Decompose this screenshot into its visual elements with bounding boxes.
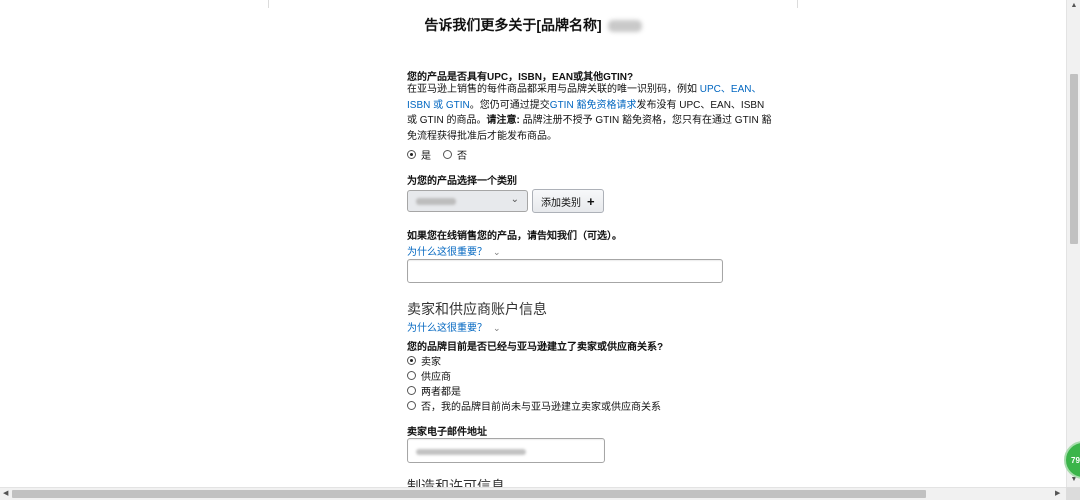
relationship-option-both-label: 两者都是 bbox=[421, 387, 461, 398]
relationship-option-seller-label: 卖家 bbox=[421, 357, 441, 368]
gtin-description: 在亚马逊上销售的每件商品都采用与品牌关联的唯一识别码，例如 UPC、EAN、IS… bbox=[407, 82, 777, 144]
chevron-down-icon[interactable]: ⌄ bbox=[493, 323, 501, 333]
online-store-label: 如果您在线销售您的产品，请告知我们（可选）。 bbox=[407, 231, 622, 242]
horizontal-scrollbar[interactable]: ◀ ▶ bbox=[0, 487, 1066, 500]
vertical-scrollbar[interactable]: ▲ ▼ bbox=[1066, 0, 1080, 487]
gtin-desc-part-1: 在亚马逊上销售的每件商品都采用与品牌关联的唯一识别码，例如 bbox=[407, 84, 700, 95]
relationship-option-both[interactable]: 两者都是 bbox=[407, 383, 461, 398]
gtin-note-label: 请注意: bbox=[486, 115, 520, 126]
online-store-input[interactable] bbox=[407, 259, 723, 283]
relationship-question: 您的品牌目前是否已经与亚马逊建立了卖家或供应商关系? bbox=[407, 342, 664, 353]
radio-checked-icon[interactable] bbox=[407, 150, 416, 159]
gtin-option-no[interactable]: 否 bbox=[443, 147, 467, 162]
page-title: 告诉我们更多关于[品牌名称] bbox=[0, 15, 1066, 35]
radio-checked-icon[interactable] bbox=[407, 356, 416, 365]
add-category-button[interactable]: 添加类别 + bbox=[532, 189, 604, 213]
relationship-option-seller[interactable]: 卖家 bbox=[407, 353, 441, 368]
gtin-option-no-label: 否 bbox=[457, 151, 467, 162]
gtin-option-yes[interactable]: 是 bbox=[407, 147, 431, 162]
why-important-link-1[interactable]: 为什么这很重要？ ⌄ bbox=[407, 243, 501, 258]
plus-icon: + bbox=[587, 193, 595, 209]
content-border-left bbox=[268, 0, 269, 8]
gtin-desc-part-2: 。您仍可通过提交 bbox=[469, 99, 550, 111]
redacted-email-value bbox=[416, 449, 526, 455]
manufacturing-section-heading: 制造和许可信息 bbox=[407, 478, 505, 487]
relationship-option-none-label: 否，我的品牌目前尚未与亚马逊建立卖家或供应商关系 bbox=[421, 402, 661, 413]
chevron-down-icon[interactable]: ⌄ bbox=[493, 247, 501, 257]
why-important-text-1[interactable]: 为什么这很重要？ bbox=[407, 247, 487, 258]
gtin-radio-group: 是 否 bbox=[407, 147, 467, 162]
gtin-exemption-link[interactable]: GTIN 豁免资格请求 bbox=[550, 100, 637, 111]
horizontal-scroll-thumb[interactable] bbox=[12, 490, 926, 498]
seller-email-label: 卖家电子邮件地址 bbox=[407, 427, 487, 438]
seller-email-input[interactable] bbox=[407, 438, 605, 463]
relationship-option-vendor[interactable]: 供应商 bbox=[407, 368, 451, 383]
relationship-option-none[interactable]: 否，我的品牌目前尚未与亚马逊建立卖家或供应商关系 bbox=[407, 398, 661, 413]
form-page: 告诉我们更多关于[品牌名称] 您的产品是否具有UPC，ISBN，EAN或其他GT… bbox=[0, 0, 1066, 487]
category-select[interactable]: ⌄ bbox=[407, 190, 528, 212]
scroll-left-arrow-icon[interactable]: ◀ bbox=[3, 489, 8, 497]
why-important-link-2[interactable]: 为什么这很重要？ ⌄ bbox=[407, 319, 501, 334]
redacted-selected-category bbox=[416, 198, 456, 205]
why-important-text-2[interactable]: 为什么这很重要？ bbox=[407, 323, 487, 334]
radio-unchecked-icon[interactable] bbox=[407, 386, 416, 395]
scroll-right-arrow-icon[interactable]: ▶ bbox=[1055, 489, 1060, 497]
page-title-text: 告诉我们更多关于[品牌名称] bbox=[424, 17, 602, 33]
radio-unchecked-icon[interactable] bbox=[443, 150, 452, 159]
content-border-right bbox=[797, 0, 798, 8]
redacted-brand-name bbox=[607, 20, 642, 33]
vertical-scroll-thumb[interactable] bbox=[1070, 74, 1078, 244]
scroll-up-arrow-icon[interactable]: ▲ bbox=[1067, 2, 1080, 9]
radio-unchecked-icon[interactable] bbox=[407, 401, 416, 410]
gtin-question: 您的产品是否具有UPC，ISBN，EAN或其他GTIN? bbox=[407, 72, 634, 83]
add-category-label: 添加类别 bbox=[541, 197, 581, 209]
radio-unchecked-icon[interactable] bbox=[407, 371, 416, 380]
chevron-down-icon: ⌄ bbox=[510, 194, 519, 205]
relationship-option-vendor-label: 供应商 bbox=[421, 372, 451, 383]
gtin-option-yes-label: 是 bbox=[421, 151, 431, 162]
floating-badge-value: 79 bbox=[1071, 455, 1080, 465]
scrollbar-corner bbox=[1066, 487, 1080, 500]
category-label: 为您的产品选择一个类别 bbox=[407, 176, 517, 187]
account-section-heading: 卖家和供应商账户信息 bbox=[407, 301, 547, 317]
